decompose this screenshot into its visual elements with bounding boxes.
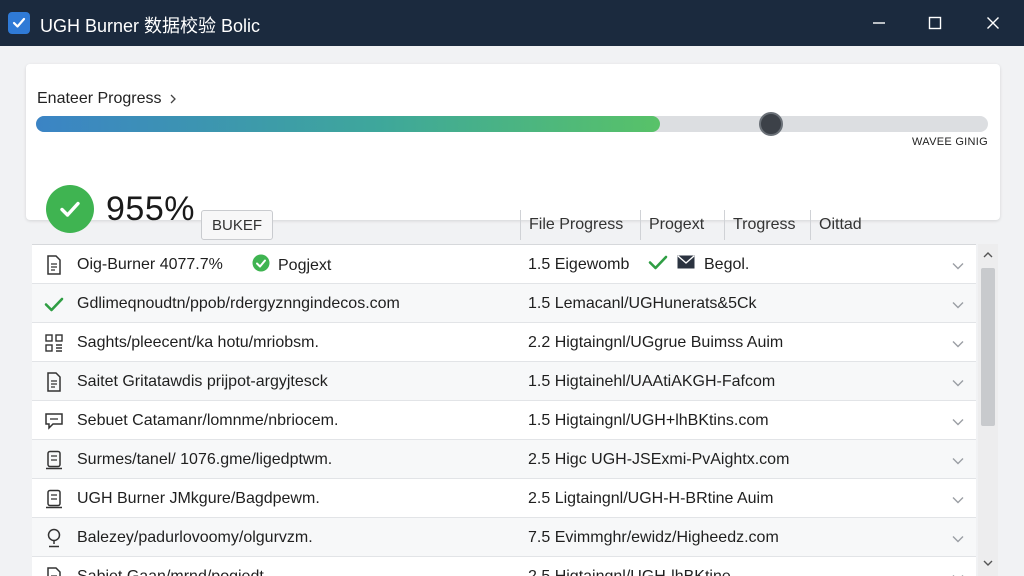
chat-icon: [44, 411, 64, 431]
maximize-icon: [928, 16, 942, 30]
check-icon: [648, 254, 668, 275]
app-check-icon: [8, 12, 30, 34]
chevron-down-icon[interactable]: [952, 335, 964, 353]
row-name: Saghts/pleecent/ka hotu/mriobsm.: [77, 334, 319, 351]
chevron-up-icon: [983, 252, 993, 258]
row-file-progress: 1.5 Lemacanl/UGHunerats&5Ck: [528, 295, 757, 312]
file-table: Oig-Burner 4077.7% Pogjext 1.5 Eigewomb Beg…: [32, 244, 976, 576]
check-circle-icon: [252, 254, 270, 277]
document-icon: [44, 255, 64, 275]
chevron-right-icon: [170, 94, 176, 104]
mail-icon: [676, 254, 696, 275]
column-header-trogress[interactable]: Trogress: [724, 210, 810, 240]
table-row[interactable]: Surmes/tanel/ 1076.gme/ligedptwm. 2.5 Hig…: [32, 440, 976, 479]
row-extra: Begol.: [648, 254, 749, 275]
row-file-progress: 2.5 Higtaingnl/UGH-lhBKtine: [528, 568, 731, 576]
badge-button[interactable]: BUKEF: [201, 210, 273, 240]
minimize-icon: [873, 22, 885, 24]
row-file-progress: 1.5 Higtaingnl/UGH+lhBKtins.com: [528, 412, 769, 429]
chevron-down-icon[interactable]: [952, 530, 964, 548]
storage-icon: [44, 489, 64, 509]
chevron-down-icon[interactable]: [952, 257, 964, 275]
storage-icon: [44, 450, 64, 470]
document-icon: [44, 567, 64, 576]
column-header-file-progress[interactable]: File Progress: [520, 210, 628, 240]
summary-percent: 955%: [46, 185, 195, 233]
table-row[interactable]: Gdlimeqnoudtn/ppob/rdergyznngindecos.com…: [32, 284, 976, 323]
table-row[interactable]: UGH Burner JMkgure/Bagdpewm. 2.5 Ligtaing…: [32, 479, 976, 518]
chevron-down-icon[interactable]: [952, 569, 964, 576]
row-name: Sebuet Catamanr/lomnme/nbriocem.: [77, 412, 339, 429]
breadcrumb[interactable]: Enateer Progress: [37, 90, 178, 108]
column-header-progext[interactable]: Progext: [640, 210, 720, 240]
row-file-progress: 1.5 Higtainehl/UAAtiAKGH-Fafcom: [528, 373, 776, 390]
maximize-button[interactable]: [908, 0, 962, 46]
progress-fill: [36, 116, 660, 132]
progress-bar[interactable]: [36, 112, 988, 136]
row-name: Saitet Gritatawdis prijpot-argyjtesck: [77, 373, 328, 390]
row-name: UGH Burner JMkgure/Bagdpewm.: [77, 490, 320, 507]
check-circle-icon: [46, 185, 94, 233]
close-icon: [987, 17, 999, 29]
chevron-down-icon[interactable]: [952, 296, 964, 314]
row-name: Balezey/padurlovoomy/olgurvzm.: [77, 529, 313, 546]
row-name: Oig-Burner 4077.7%: [77, 256, 223, 273]
row-extra-label: Begol.: [704, 255, 750, 273]
scroll-up-button[interactable]: [981, 248, 995, 262]
progress-caption: WAVEE GINIG: [911, 136, 988, 148]
document-icon: [44, 372, 64, 392]
row-name: Surmes/tanel/ 1076.gme/ligedptwm.: [77, 451, 333, 468]
chevron-down-icon[interactable]: [952, 491, 964, 509]
table-row[interactable]: Oig-Burner 4077.7% Pogjext 1.5 Eigewomb Beg…: [32, 245, 976, 284]
close-button[interactable]: [966, 0, 1020, 46]
row-file-progress: 7.5 Evimmghr/ewidz/Higheedz.com: [528, 529, 779, 546]
row-name: Sabiet Gaan/mrnd/pogjedt: [77, 568, 264, 576]
scroll-down-button[interactable]: [981, 556, 995, 570]
title-bar: UGH Burner 数据校验 Bolic: [0, 0, 1024, 46]
percent-value: 955%: [106, 189, 195, 228]
window-title: UGH Burner 数据校验 Bolic: [40, 16, 261, 36]
table-row[interactable]: Saghts/pleecent/ka hotu/mriobsm. 2.2 Higt…: [32, 323, 976, 362]
breadcrumb-label: Enateer Progress: [37, 90, 162, 107]
column-header-oittad[interactable]: Oittad: [810, 210, 894, 240]
table-row[interactable]: Sebuet Catamanr/lomnme/nbriocem. 1.5 Higt…: [32, 401, 976, 440]
chevron-down-icon[interactable]: [952, 452, 964, 470]
chevron-down-icon: [983, 560, 993, 566]
minimize-button[interactable]: [852, 0, 906, 46]
scrollbar[interactable]: [978, 244, 998, 576]
chevron-down-icon[interactable]: [952, 374, 964, 392]
row-file-progress: 1.5 Eigewomb: [528, 256, 630, 273]
check-icon: [44, 294, 64, 314]
grid-icon: [44, 333, 64, 353]
pin-icon: [44, 528, 64, 548]
chevron-down-icon[interactable]: [952, 413, 964, 431]
row-status-label: Pogjext: [278, 256, 332, 274]
row-file-progress: 2.5 Ligtaingnl/UGH-H-BRtine Auim: [528, 490, 774, 507]
row-file-progress: 2.2 Higtaingnl/UGgrue Buimss Auim: [528, 334, 784, 351]
table-row[interactable]: Saitet Gritatawdis prijpot-argyjtesck 1.5…: [32, 362, 976, 401]
row-status: Pogjext: [252, 254, 331, 277]
table-row[interactable]: Balezey/padurlovoomy/olgurvzm. 7.5 Evimmg…: [32, 518, 976, 557]
table-row[interactable]: Sabiet Gaan/mrnd/pogjedt 2.5 Higtaingnl/U…: [32, 557, 976, 576]
progress-handle[interactable]: [758, 112, 783, 136]
row-file-progress: 2.5 Higc UGH-JSExmi-PvAightx.com: [528, 451, 790, 468]
scroll-thumb[interactable]: [981, 268, 995, 426]
row-name: Gdlimeqnoudtn/ppob/rdergyznngindecos.com: [77, 295, 400, 312]
